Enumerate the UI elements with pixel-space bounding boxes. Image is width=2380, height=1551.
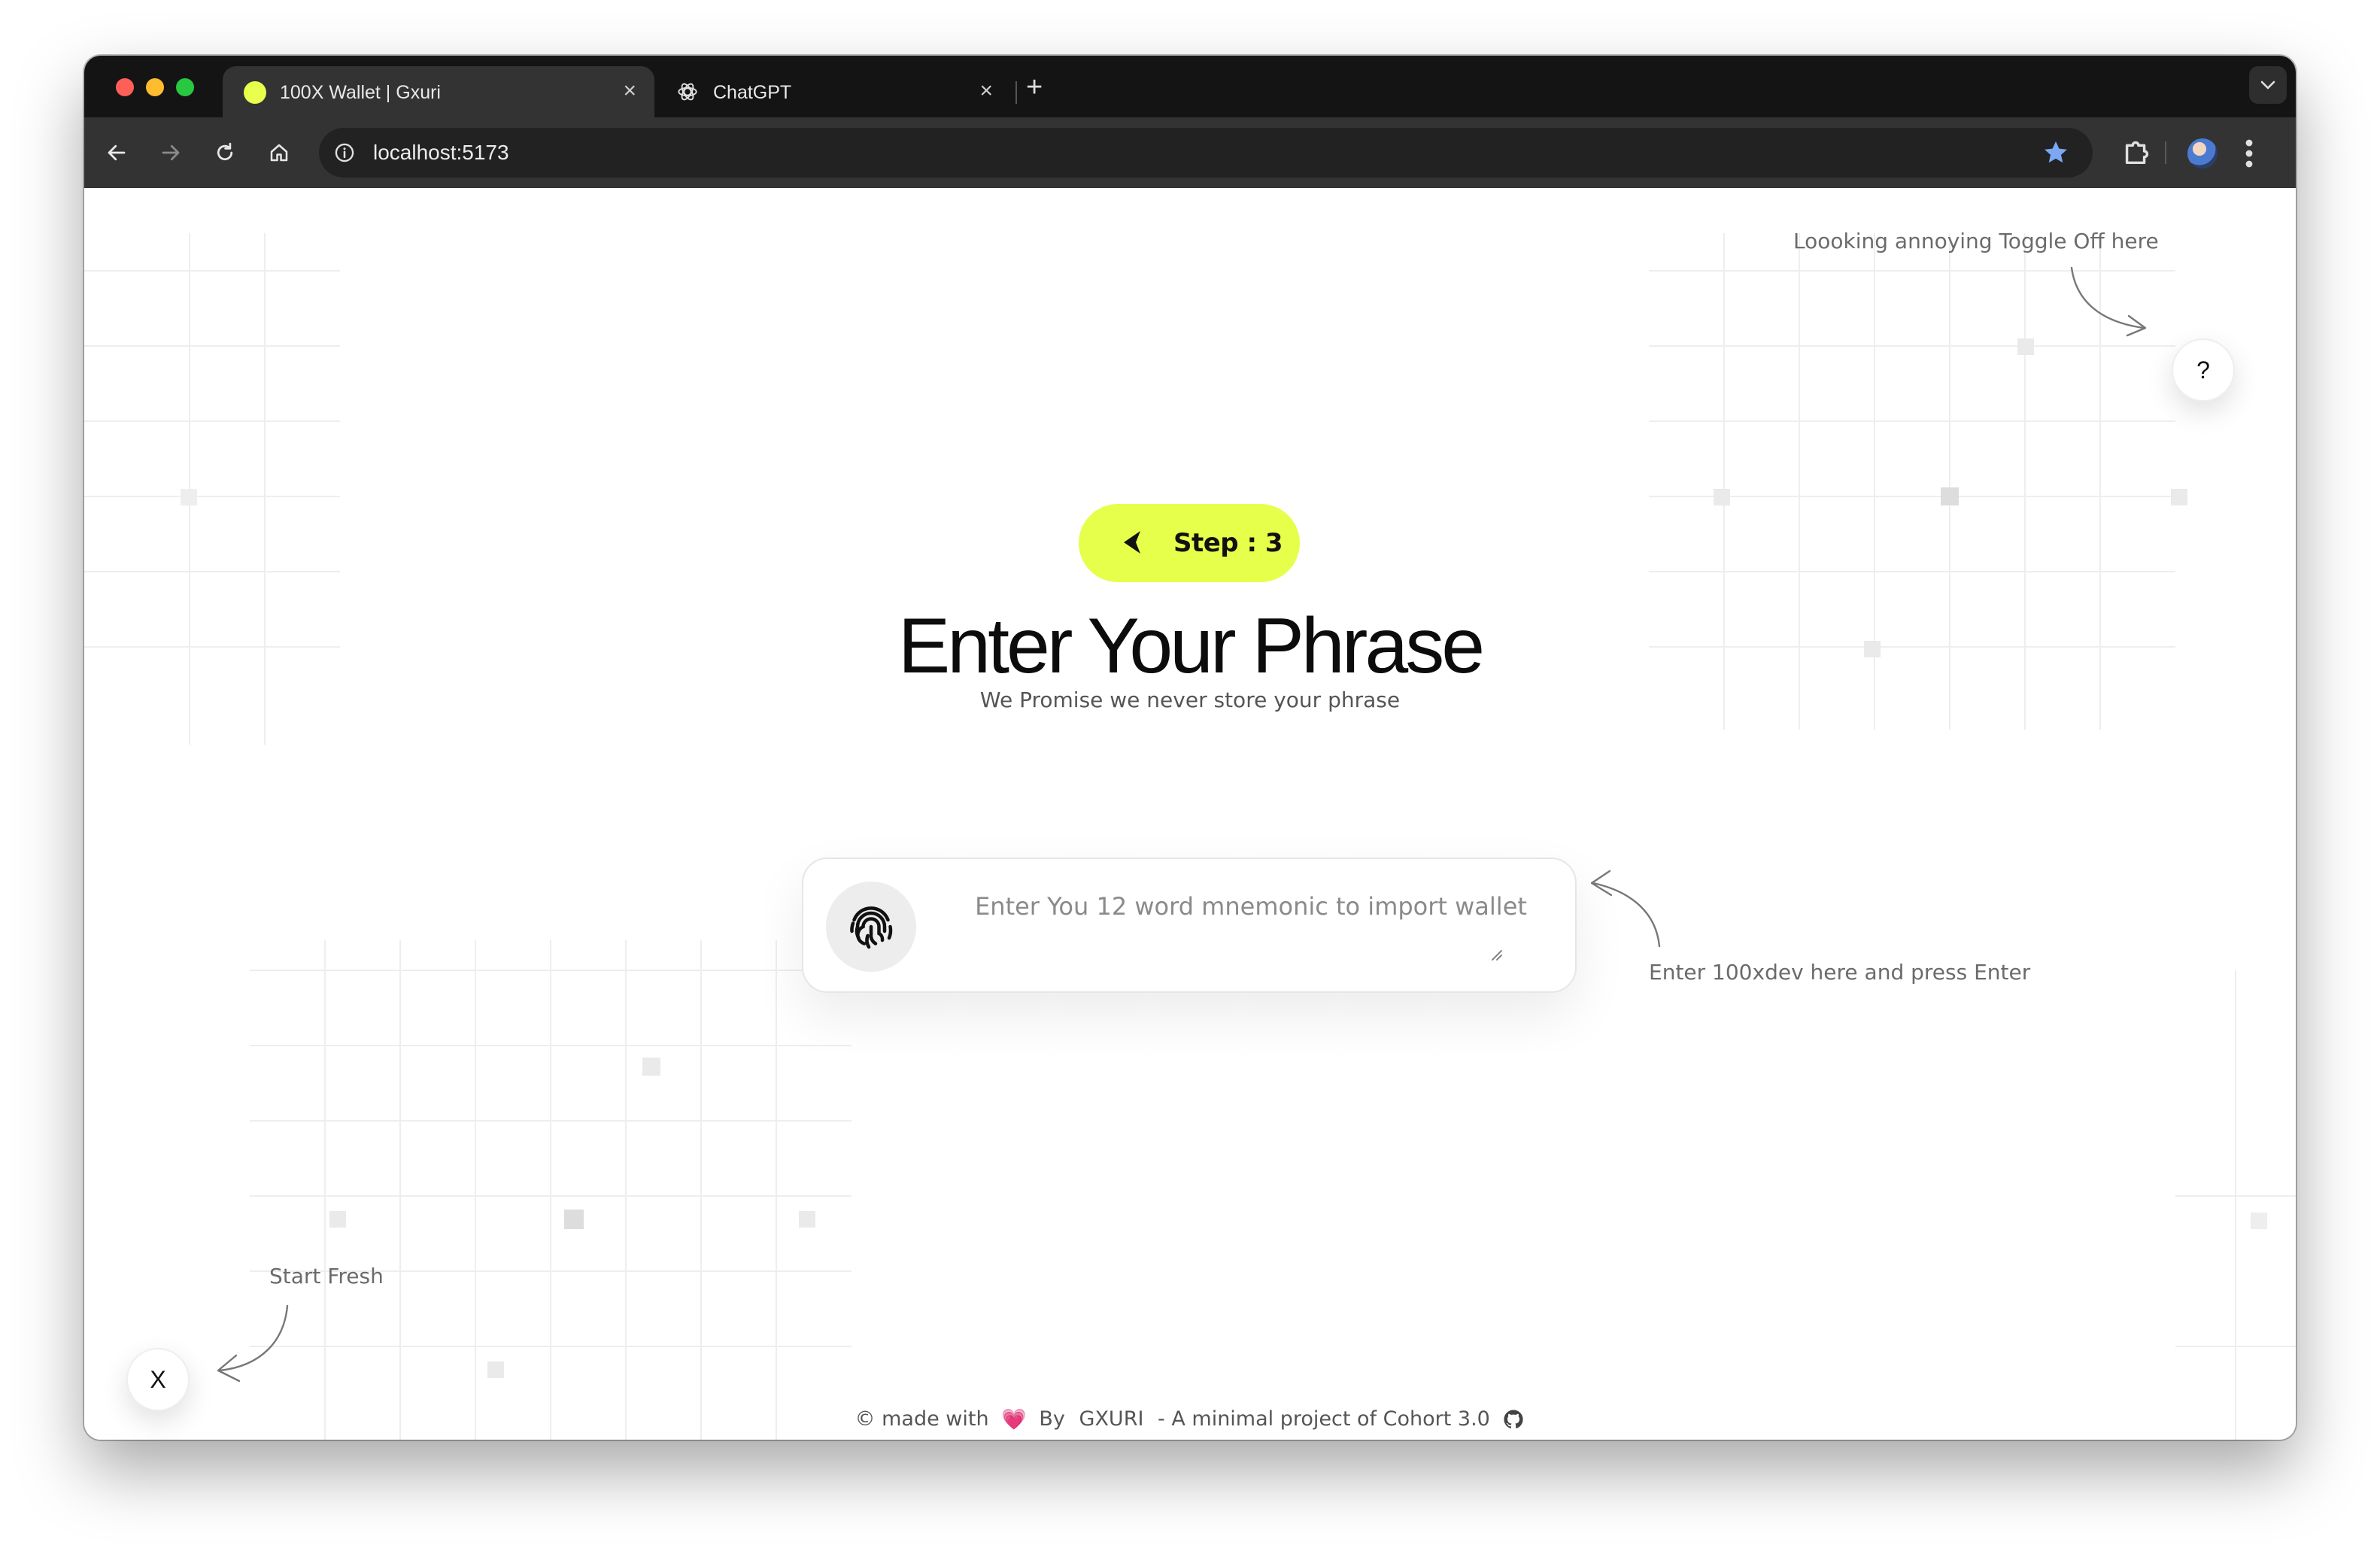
page-content: Loooking annoying Toggle Off here ? Step… xyxy=(84,188,2296,1440)
tab-search-button[interactable] xyxy=(2249,66,2287,104)
close-window-button[interactable] xyxy=(116,78,134,96)
back-arrow-icon xyxy=(1124,531,1140,554)
maximize-window-button[interactable] xyxy=(176,78,194,96)
tab-bar: 100X Wallet | Gxuri × ChatGPT × + xyxy=(84,56,2296,117)
yellow-dot-icon xyxy=(244,81,266,104)
step-back-button[interactable]: Step : 3 xyxy=(1079,504,1300,582)
arrow-right-icon xyxy=(162,144,180,161)
decorative-grid xyxy=(250,940,852,1440)
tab-divider xyxy=(1015,81,1017,104)
resize-handle-icon[interactable] xyxy=(1488,946,1503,961)
url-text: localhost:5173 xyxy=(373,141,509,164)
tab-100x-wallet[interactable]: 100X Wallet | Gxuri × xyxy=(223,66,654,117)
reload-button[interactable] xyxy=(209,137,241,168)
footer-tagline: - A minimal project of Cohort 3.0 xyxy=(1158,1407,1490,1431)
reset-hint-text: Start Fresh xyxy=(269,1264,384,1288)
help-hint-text: Loooking annoying Toggle Off here xyxy=(1793,229,2159,253)
browser-toolbar: localhost:5173 xyxy=(84,117,2296,188)
back-button[interactable] xyxy=(101,137,132,168)
tab-title: 100X Wallet | Gxuri xyxy=(280,82,441,103)
bookmark-star-icon[interactable] xyxy=(2042,138,2070,167)
address-bar[interactable]: localhost:5173 xyxy=(319,128,2093,178)
help-toggle-button[interactable]: ? xyxy=(2172,338,2235,402)
decorative-grid xyxy=(2175,970,2296,1440)
step-label: Step : 3 xyxy=(1173,528,1283,558)
forward-button[interactable] xyxy=(155,137,187,168)
footer-author-link[interactable]: GXURI xyxy=(1079,1407,1144,1431)
minimize-window-button[interactable] xyxy=(146,78,164,96)
tab-title: ChatGPT xyxy=(713,82,792,103)
heart-icon: 💗 xyxy=(1001,1407,1027,1431)
close-tab-icon[interactable]: × xyxy=(623,78,636,104)
browser-window: 100X Wallet | Gxuri × ChatGPT × + localh… xyxy=(84,56,2296,1440)
profile-avatar[interactable] xyxy=(2187,138,2218,168)
chevron-down-icon xyxy=(2260,80,2275,90)
extensions-icon[interactable] xyxy=(2120,134,2154,168)
curved-arrow-icon xyxy=(1590,870,1661,948)
arrow-left-icon xyxy=(108,144,126,161)
curved-arrow-icon xyxy=(2070,266,2147,337)
home-icon xyxy=(270,144,288,162)
reload-icon xyxy=(217,142,233,161)
page-title: Enter Your Phrase xyxy=(897,602,1485,690)
fingerprint-icon xyxy=(850,906,893,949)
close-tab-icon[interactable]: × xyxy=(979,78,993,104)
toolbar-divider xyxy=(2165,141,2166,164)
mnemonic-input[interactable] xyxy=(954,880,1548,970)
page-subtitle: We Promise we never store your phrase xyxy=(979,687,1401,712)
fingerprint-badge xyxy=(826,882,916,972)
curved-arrow-icon xyxy=(217,1304,289,1383)
site-info-icon[interactable] xyxy=(334,142,355,163)
enter-hint-text: Enter 100xdev here and press Enter xyxy=(1649,960,2031,985)
new-tab-button[interactable]: + xyxy=(1026,72,1043,102)
tab-chatgpt[interactable]: ChatGPT × xyxy=(656,66,1011,117)
more-vertical-icon[interactable] xyxy=(2245,138,2254,168)
footer-by: By xyxy=(1039,1407,1065,1431)
footer-made-with: © made with xyxy=(855,1407,989,1431)
openai-icon xyxy=(678,83,697,101)
mnemonic-input-card xyxy=(802,857,1577,993)
home-button[interactable] xyxy=(263,137,295,168)
github-icon[interactable] xyxy=(1502,1408,1525,1431)
start-fresh-button[interactable]: X xyxy=(126,1348,190,1411)
footer: © made with 💗 By GXURI - A minimal proje… xyxy=(84,1407,2296,1431)
